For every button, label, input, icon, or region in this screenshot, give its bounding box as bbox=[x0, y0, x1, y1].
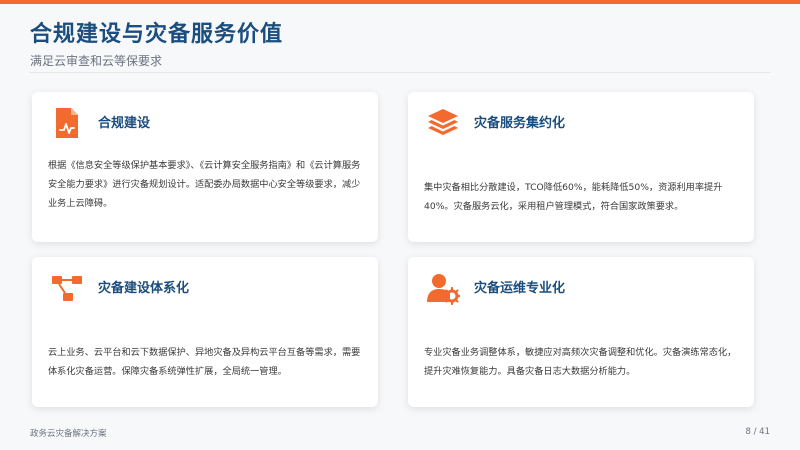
card-systematization: 灾备建设体系化 云上业务、云平台和云下数据保护、异地灾备及异构云平台互备等需求，… bbox=[32, 257, 378, 407]
user-gear-icon bbox=[426, 271, 460, 305]
card-centralization: 灾备服务集约化 集中灾备相比分散建设，TCO降低60%，能耗降低50%，资源利用… bbox=[408, 92, 754, 242]
card-title: 灾备运维专业化 bbox=[474, 281, 566, 296]
footer-doc-title: 政务云灾备解决方案 bbox=[30, 429, 107, 439]
title-divider bbox=[30, 72, 770, 73]
card-title: 合规建设 bbox=[98, 116, 151, 131]
card-description: 集中灾备相比分散建设，TCO降低60%，能耗降低50%，资源利用率提升40%。灾… bbox=[424, 182, 723, 212]
card-description: 专业灾备业务调整体系，敏捷应对高频次灾备调整和优化。灾备演练常态化，提升灾难恢复… bbox=[424, 347, 737, 377]
page-subtitle: 满足云审查和云等保要求 bbox=[30, 54, 163, 68]
hierarchy-icon bbox=[50, 271, 84, 305]
card-title: 灾备建设体系化 bbox=[98, 281, 190, 296]
layers-icon bbox=[426, 106, 460, 140]
card-description: 根据《信息安全等级保护基本要求》、《云计算安全服务指南》和《云计算服务安全能力要… bbox=[48, 160, 361, 209]
card-compliance: 合规建设 根据《信息安全等级保护基本要求》、《云计算安全服务指南》和《云计算服务… bbox=[32, 92, 378, 242]
page-number: 8 / 41 bbox=[745, 427, 771, 437]
card-title: 灾备服务集约化 bbox=[474, 116, 566, 131]
top-accent-bar bbox=[0, 0, 800, 4]
card-professionalization: 灾备运维专业化 专业灾备业务调整体系，敏捷应对高频次灾备调整和优化。灾备演练常态… bbox=[408, 257, 754, 407]
card-description: 云上业务、云平台和云下数据保护、异地灾备及异构云平台互备等需求，需要体系化灾备运… bbox=[48, 347, 361, 377]
page-title: 合规建设与灾备服务价值 bbox=[30, 22, 284, 47]
document-chart-icon bbox=[50, 106, 84, 140]
